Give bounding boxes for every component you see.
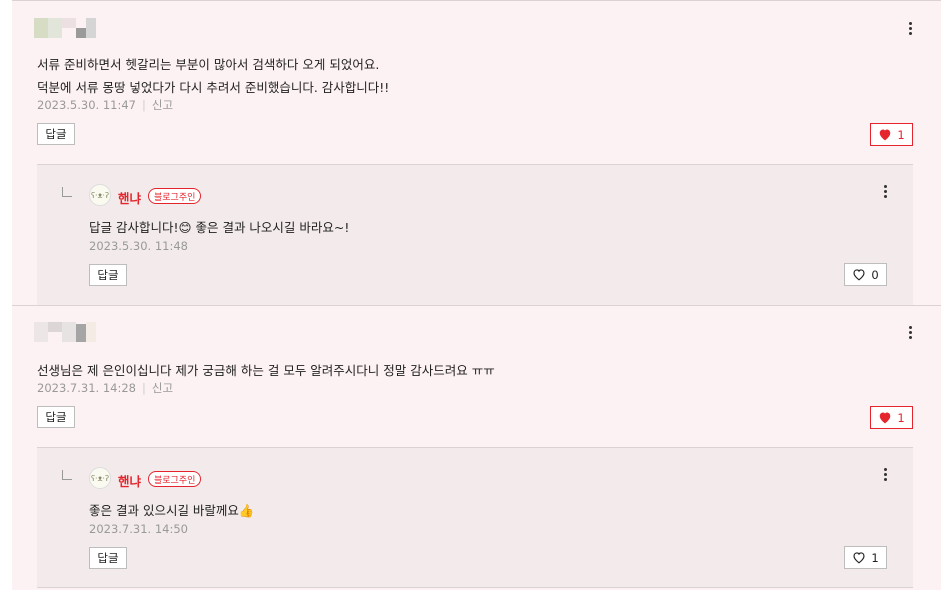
author-avatar[interactable]: ʕ·ᴥ·ʔ xyxy=(89,467,111,489)
comment-time: 2023.5.30. 11:47 xyxy=(37,98,136,112)
divider xyxy=(12,305,941,306)
report-link[interactable]: 신고 xyxy=(152,381,173,395)
comment-meta: 2023.7.31. 14:28 | 신고 xyxy=(37,381,174,395)
author-avatar[interactable]: ʕ·ᴥ·ʔ xyxy=(89,184,111,206)
heart-icon xyxy=(880,412,891,424)
reply-time: 2023.5.30. 11:48 xyxy=(89,239,188,253)
divider xyxy=(12,0,941,1)
like-button[interactable]: 1 xyxy=(870,123,913,146)
reply-arrow-icon xyxy=(62,470,72,480)
reply-time: 2023.7.31. 14:50 xyxy=(89,522,188,536)
comment-time: 2023.7.31. 14:28 xyxy=(37,381,136,395)
reply-button[interactable]: 답글 xyxy=(89,547,127,569)
comment-meta: 2023.5.30. 11:47 | 신고 xyxy=(37,98,174,112)
like-count: 0 xyxy=(871,267,879,282)
heart-icon xyxy=(853,269,865,281)
comment-text-line: 선생님은 제 은인이십니다 제가 궁금해 하는 걸 모두 알려주시다니 정말 감… xyxy=(37,363,495,378)
blog-owner-badge: 블로그주인 xyxy=(148,188,202,204)
like-button[interactable]: 0 xyxy=(844,263,887,286)
comment-text-line: 덕분에 서류 몽땅 넣었다가 다시 추려서 준비했습니다. 감사합니다!! xyxy=(37,80,390,95)
reply-block: ʕ·ᴥ·ʔ 핸냐 블로그주인 답글 감사합니다!😊 좋은 결과 나오시길 바라요… xyxy=(37,164,913,305)
like-count: 1 xyxy=(897,410,905,425)
author-name[interactable]: 핸냐 xyxy=(118,188,141,207)
author-name[interactable]: 핸냐 xyxy=(118,471,141,490)
reply-text: 답글 감사합니다!😊 좋은 결과 나오시길 바라요~! xyxy=(89,220,350,235)
reply-button[interactable]: 답글 xyxy=(89,264,127,286)
like-count: 1 xyxy=(871,550,879,565)
reply-button[interactable]: 답글 xyxy=(37,406,75,428)
more-menu-icon[interactable] xyxy=(884,468,888,483)
reply-block: ʕ·ᴥ·ʔ 핸냐 블로그주인 좋은 결과 있으시길 바랄께요👍 2023.7.3… xyxy=(37,447,913,588)
more-menu-icon[interactable] xyxy=(884,185,888,200)
comment-text-line: 서류 준비하면서 헷갈리는 부분이 많아서 검색하다 오게 되었어요. xyxy=(37,57,380,72)
like-count: 1 xyxy=(897,127,905,142)
heart-icon xyxy=(853,552,865,564)
blog-owner-badge: 블로그주인 xyxy=(148,471,202,487)
like-button[interactable]: 1 xyxy=(844,546,887,569)
reply-text: 좋은 결과 있으시길 바랄께요👍 xyxy=(89,503,255,518)
more-menu-icon[interactable] xyxy=(909,22,913,37)
comment-list: 서류 준비하면서 헷갈리는 부분이 많아서 검색하다 오게 되었어요. 덕분에 … xyxy=(12,0,941,590)
reply-arrow-icon xyxy=(62,187,72,197)
reply-button[interactable]: 답글 xyxy=(37,123,75,145)
like-button[interactable]: 1 xyxy=(870,406,913,429)
report-link[interactable]: 신고 xyxy=(152,98,173,112)
heart-icon xyxy=(880,129,891,141)
more-menu-icon[interactable] xyxy=(909,326,913,341)
